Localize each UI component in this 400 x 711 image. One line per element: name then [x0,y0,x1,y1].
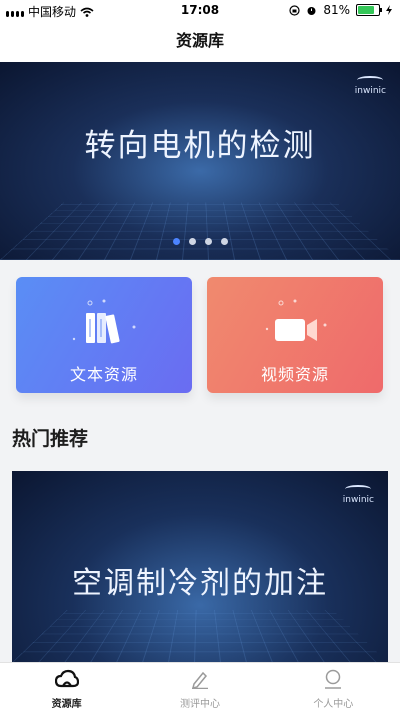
section-title: 热门推荐 [12,424,88,451]
category-cards: 文本资源 视频资源 [16,277,384,395]
tab-assessment[interactable]: 测评中心 [133,663,266,711]
battery-icon [356,4,380,16]
tab-resources-label: 资源库 [0,695,133,710]
tab-profile[interactable]: 个人中心 [267,663,400,711]
status-right: 81% [289,3,392,17]
carousel-dots [0,238,400,245]
pencil-icon [188,669,212,689]
brand-logo: inwinic [343,485,374,505]
tab-assessment-label: 测评中心 [133,695,266,710]
carousel-dot[interactable] [221,238,228,245]
banner-grid [0,203,400,260]
books-icon [16,299,192,355]
tab-bar: 资源库 测评中心 个人中心 [0,662,400,711]
user-icon [321,669,345,689]
lock-rotation-icon [289,5,300,16]
nav-bar: 资源库 [0,20,400,62]
carousel-dot[interactable] [173,238,180,245]
brand-logo-text: inwinic [355,86,386,96]
text-resources-label: 文本资源 [16,361,192,385]
banner-headline: 转向电机的检测 [0,120,400,165]
video-resources-card[interactable]: 视频资源 [207,277,383,393]
tab-resources[interactable]: 资源库 [0,663,133,711]
carousel-dot[interactable] [205,238,212,245]
alarm-icon [306,5,317,16]
brand-logo-mark [357,76,383,84]
carousel-dot[interactable] [189,238,196,245]
brand-logo-mark [345,485,371,493]
text-resources-card[interactable]: 文本资源 [16,277,192,393]
banner-carousel[interactable]: inwinic 转向电机的检测 [0,62,400,260]
charging-icon [386,5,392,15]
video-resources-label: 视频资源 [207,361,383,385]
featured-grid [12,610,388,663]
brand-logo-text: inwinic [343,495,374,505]
featured-item[interactable]: inwinic 空调制冷剂的加注 [12,471,388,663]
featured-headline: 空调制冷剂的加注 [12,558,388,602]
page-title: 资源库 [176,31,224,50]
battery-percent: 81% [323,3,350,17]
status-bar: 中国移动 17:08 81% [0,0,400,20]
tab-profile-label: 个人中心 [267,695,400,710]
battery-fill [358,6,374,14]
video-camera-icon [207,299,383,355]
cloud-icon [55,669,79,689]
brand-logo: inwinic [355,76,386,96]
